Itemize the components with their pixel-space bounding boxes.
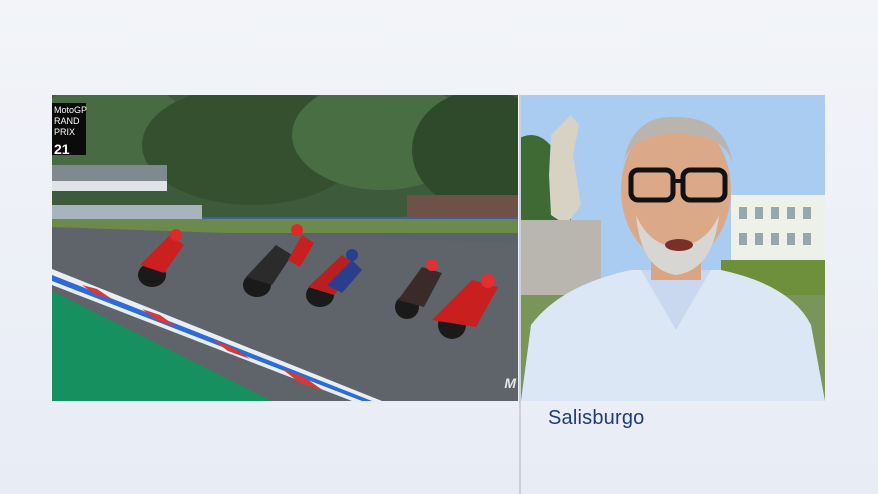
correspondent-scene xyxy=(521,95,825,401)
broadcast-corner-mark: M xyxy=(504,375,516,391)
logo-line1: MotoGP xyxy=(54,105,88,115)
race-scene xyxy=(52,95,518,401)
logo-line2: RAND PRIX xyxy=(54,116,80,137)
location-caption: Salisburgo xyxy=(548,407,645,429)
lap-number: 21 xyxy=(54,141,70,157)
race-video-panel: MotoGP RAND PRIX 21 M xyxy=(52,95,518,401)
broadcast-logo: MotoGP RAND PRIX 21 xyxy=(52,103,88,157)
correspondent-video-panel xyxy=(521,95,825,401)
